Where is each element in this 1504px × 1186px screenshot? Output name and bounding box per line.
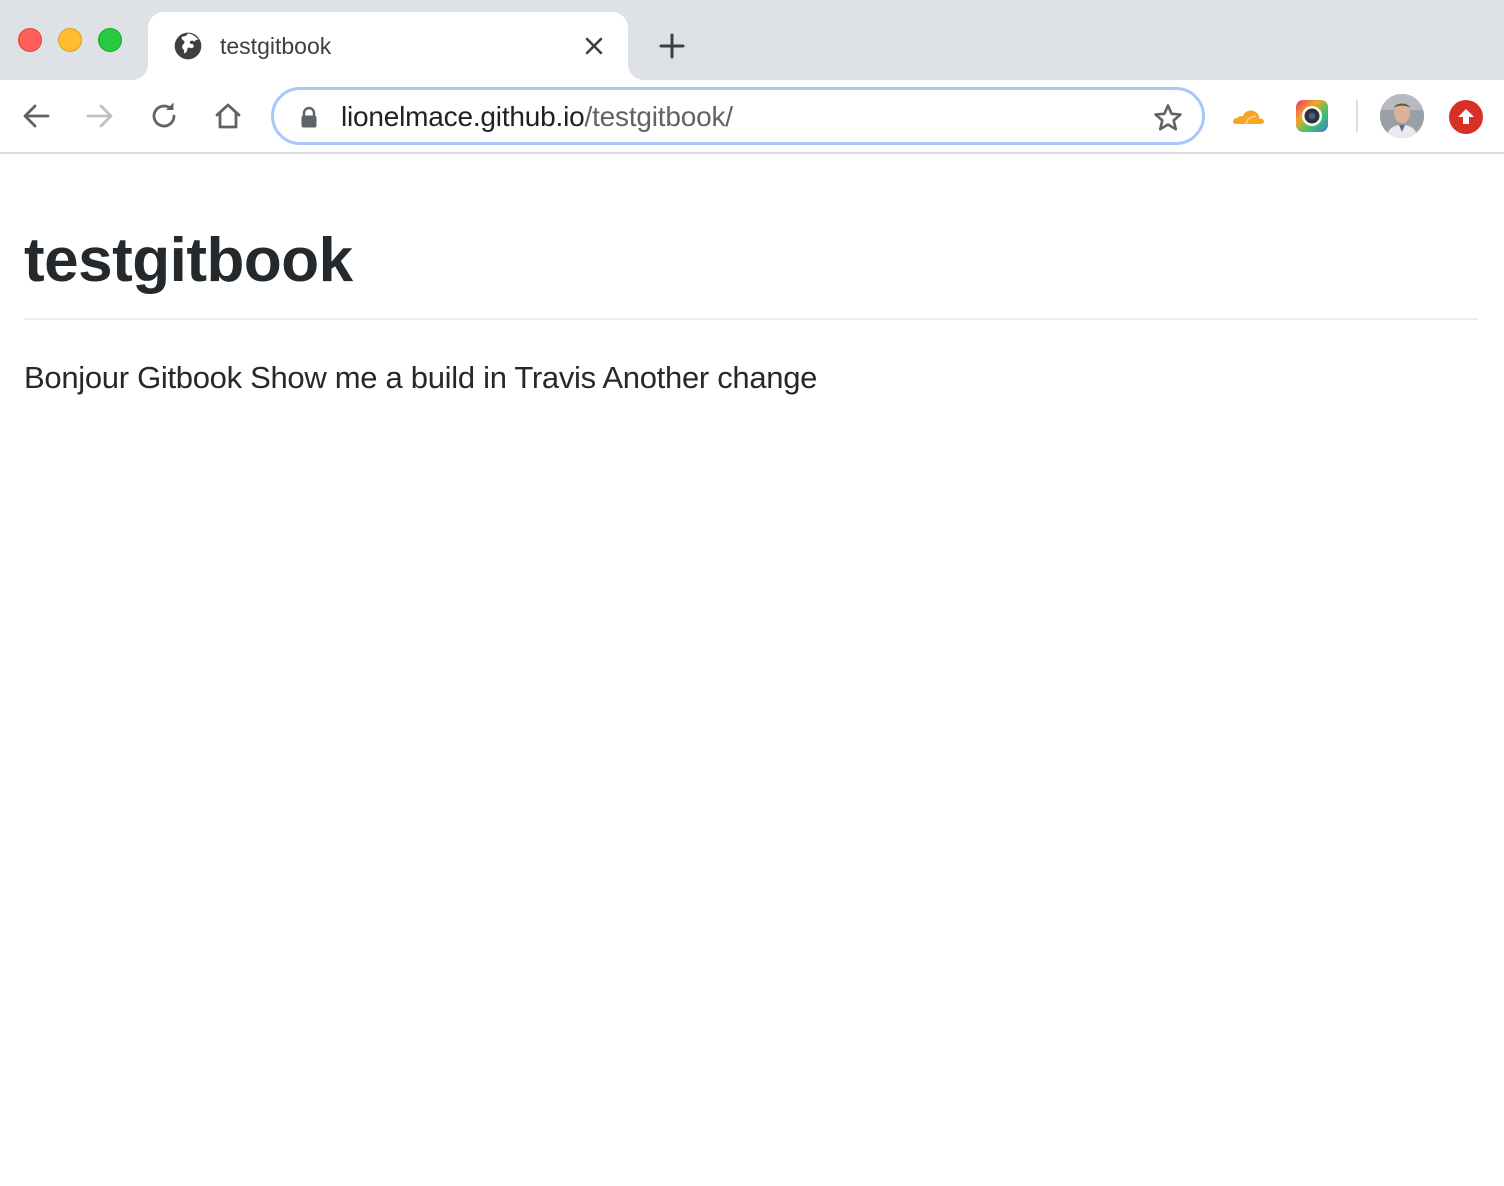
camera-icon xyxy=(1296,100,1328,132)
forward-button[interactable] xyxy=(82,98,118,134)
back-button[interactable] xyxy=(18,98,54,134)
avatar-icon xyxy=(1380,94,1424,138)
page-body-text: Bonjour Gitbook Show me a build in Travi… xyxy=(24,360,818,395)
window-close-button[interactable] xyxy=(18,28,42,52)
url-path: /testgitbook/ xyxy=(584,101,734,132)
home-icon xyxy=(215,103,241,129)
update-button[interactable] xyxy=(1449,100,1483,134)
star-icon[interactable] xyxy=(1152,102,1184,134)
reload-icon xyxy=(152,102,176,128)
window-minimize-button[interactable] xyxy=(58,28,82,52)
tab-strip: testgitbook xyxy=(0,0,1504,80)
tab-title: testgitbook xyxy=(220,33,332,59)
plus-icon xyxy=(659,33,685,59)
url-text[interactable]: lionelmace.github.io/testgitbook/ xyxy=(341,101,733,133)
page-title: testgitbook xyxy=(24,226,353,295)
reload-button[interactable] xyxy=(146,98,182,134)
window-maximize-button[interactable] xyxy=(98,28,122,52)
profile-avatar[interactable] xyxy=(1380,94,1424,138)
close-icon xyxy=(585,37,603,55)
globe-icon xyxy=(174,32,202,60)
page-content: testgitbook Bonjour Gitbook Show me a bu… xyxy=(24,154,1478,398)
cloud-extension-button[interactable] xyxy=(1230,98,1266,134)
new-tab-button[interactable] xyxy=(654,28,690,64)
home-button[interactable] xyxy=(210,98,246,134)
url-host: lionelmace.github.io xyxy=(341,101,585,132)
address-bar[interactable]: lionelmace.github.io/testgitbook/ xyxy=(271,87,1205,145)
update-arrow-icon xyxy=(1458,109,1474,124)
title-divider xyxy=(24,318,1478,320)
camera-extension-button[interactable] xyxy=(1294,98,1330,134)
cloud-icon xyxy=(1232,110,1265,125)
arrow-right-icon xyxy=(86,104,113,128)
browser-toolbar: lionelmace.github.io/testgitbook/ xyxy=(0,80,1504,154)
active-tab[interactable]: testgitbook xyxy=(148,12,628,80)
lock-icon xyxy=(301,106,317,128)
arrow-left-icon xyxy=(23,104,50,128)
toolbar-separator xyxy=(1356,100,1358,132)
close-tab-button[interactable] xyxy=(580,32,608,60)
